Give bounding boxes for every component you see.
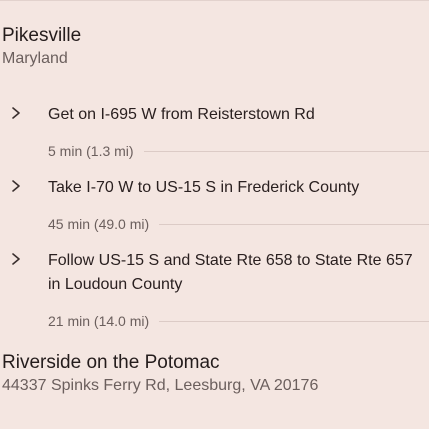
top-divider bbox=[0, 0, 429, 1]
chevron-right-icon[interactable] bbox=[9, 252, 23, 266]
step-duration: 5 min (1.3 mi) bbox=[48, 143, 134, 159]
divider bbox=[143, 150, 429, 152]
origin-region: Maryland bbox=[2, 50, 68, 67]
chevron-right-icon[interactable] bbox=[9, 106, 23, 120]
step-duration-row-3: 21 min (14.0 mi) bbox=[48, 312, 429, 330]
step-duration-row-1: 5 min (1.3 mi) bbox=[48, 142, 429, 160]
direction-step-1[interactable]: Get on I-695 W from Reisterstown Rd bbox=[0, 103, 429, 127]
direction-step-2[interactable]: Take I-70 W to US-15 S in Frederick Coun… bbox=[0, 176, 429, 200]
origin-name: Pikesville bbox=[2, 25, 82, 46]
step-instruction: Follow US-15 S and State Rte 658 to Stat… bbox=[48, 252, 413, 293]
step-instruction: Take I-70 W to US-15 S in Frederick Coun… bbox=[48, 179, 360, 196]
step-duration-row-2: 45 min (49.0 mi) bbox=[48, 215, 429, 233]
step-instruction: Get on I-695 W from Reisterstown Rd bbox=[48, 106, 315, 123]
step-duration: 45 min (49.0 mi) bbox=[48, 216, 150, 232]
destination-address: 44337 Spinks Ferry Rd, Leesburg, VA 2017… bbox=[2, 377, 319, 394]
divider bbox=[159, 223, 429, 225]
direction-step-3[interactable]: Follow US-15 S and State Rte 658 to Stat… bbox=[0, 249, 429, 297]
step-duration: 21 min (14.0 mi) bbox=[48, 313, 150, 329]
destination-block: Riverside on the Potomac 44337 Spinks Fe… bbox=[2, 351, 318, 397]
chevron-right-icon[interactable] bbox=[9, 179, 23, 193]
divider bbox=[159, 320, 429, 322]
destination-name: Riverside on the Potomac bbox=[2, 352, 220, 373]
origin-block: Pikesville Maryland bbox=[2, 24, 81, 70]
